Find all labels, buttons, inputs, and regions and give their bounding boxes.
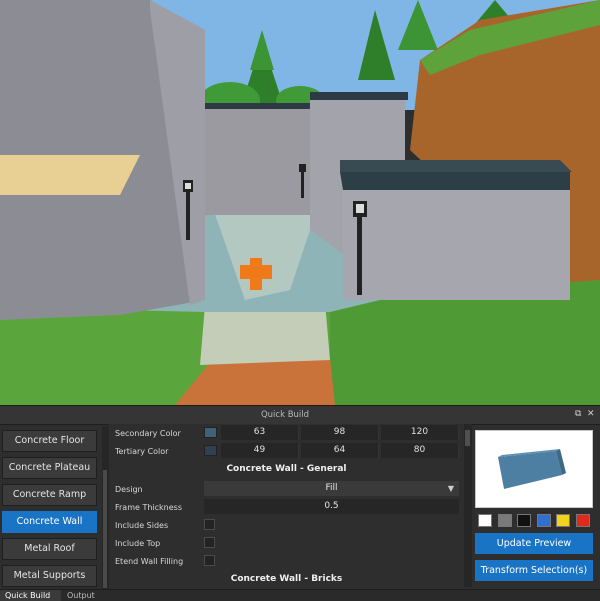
tab-quick-build[interactable]: Quick Build: [0, 590, 61, 601]
design-dropdown[interactable]: Fill ▼: [204, 481, 459, 496]
panel-titlebar: Quick Build ⧉ ✕: [0, 405, 600, 425]
properties-scrollbar[interactable]: [464, 424, 472, 587]
right-building: [343, 180, 570, 300]
design-label: Design: [115, 485, 143, 494]
frame-thickness-input[interactable]: 0.5: [204, 499, 459, 514]
palette-swatch-white[interactable]: [478, 514, 492, 527]
properties-scroll-thumb[interactable]: [465, 430, 470, 446]
design-value: Fill: [325, 483, 338, 493]
sidebar-item-metal-roof[interactable]: Metal Roof: [2, 538, 97, 560]
bottom-tab-bar: Quick Build Output: [0, 589, 600, 601]
close-icon[interactable]: ✕: [587, 409, 595, 419]
sidebar-item-concrete-wall[interactable]: Concrete Wall: [2, 511, 97, 533]
include-top-checkbox[interactable]: [204, 537, 215, 548]
properties-panel: Secondary Color 63 98 120 Tertiary Color…: [109, 424, 464, 587]
secondary-color-b-input[interactable]: 120: [381, 425, 459, 440]
include-sides-label: Include Sides: [115, 521, 169, 530]
secondary-color-r-input[interactable]: 63: [221, 425, 299, 440]
game-viewport[interactable]: [0, 0, 600, 405]
tab-output[interactable]: Output: [63, 590, 112, 601]
tertiary-color-swatch[interactable]: [204, 445, 217, 456]
palette-swatch-black[interactable]: [517, 514, 531, 527]
tertiary-color-g-input[interactable]: 64: [301, 443, 379, 458]
wall-preview-render: [498, 449, 566, 489]
scene-render: [0, 0, 600, 405]
etend-wall-filling-label: Etend Wall Filling: [115, 557, 184, 566]
transform-selections-button[interactable]: Transform Selection(s): [475, 560, 593, 581]
sidebar-item-concrete-floor[interactable]: Concrete Floor: [2, 430, 97, 452]
sidebar-scroll-thumb[interactable]: [103, 470, 107, 588]
include-sides-checkbox[interactable]: [204, 519, 215, 530]
update-preview-button[interactable]: Update Preview: [475, 533, 593, 554]
bricks-section-title: Concrete Wall - Bricks: [230, 574, 343, 584]
sidebar-item-metal-supports[interactable]: Metal Supports: [2, 565, 97, 587]
frame-thickness-label: Frame Thickness: [115, 503, 183, 512]
palette-swatch-gray[interactable]: [497, 514, 512, 527]
sidebar-item-concrete-plateau[interactable]: Concrete Plateau: [2, 457, 97, 479]
restore-window-icon[interactable]: ⧉: [575, 409, 581, 419]
palette-swatch-yellow[interactable]: [556, 514, 570, 527]
palette-swatch-blue[interactable]: [536, 514, 551, 527]
sidebar-item-concrete-ramp[interactable]: Concrete Ramp: [2, 484, 97, 506]
tertiary-color-label: Tertiary Color: [115, 447, 169, 456]
secondary-color-swatch[interactable]: [204, 427, 217, 438]
component-list: Concrete Floor Concrete Plateau Concrete R…: [0, 426, 103, 589]
palette-swatch-red[interactable]: [575, 514, 590, 527]
include-top-label: Include Top: [115, 539, 161, 548]
tertiary-color-r-input[interactable]: 49: [221, 443, 299, 458]
back-wall: [205, 105, 310, 215]
secondary-color-label: Secondary Color: [115, 429, 181, 438]
chevron-down-icon: ▼: [447, 484, 454, 493]
tertiary-color-b-input[interactable]: 80: [381, 443, 459, 458]
secondary-color-g-input[interactable]: 98: [301, 425, 379, 440]
general-section-title: Concrete Wall - General: [226, 464, 347, 474]
panel-title: Quick Build: [260, 410, 310, 420]
wall-preview: [475, 430, 593, 508]
etend-wall-filling-checkbox[interactable]: [204, 555, 215, 566]
